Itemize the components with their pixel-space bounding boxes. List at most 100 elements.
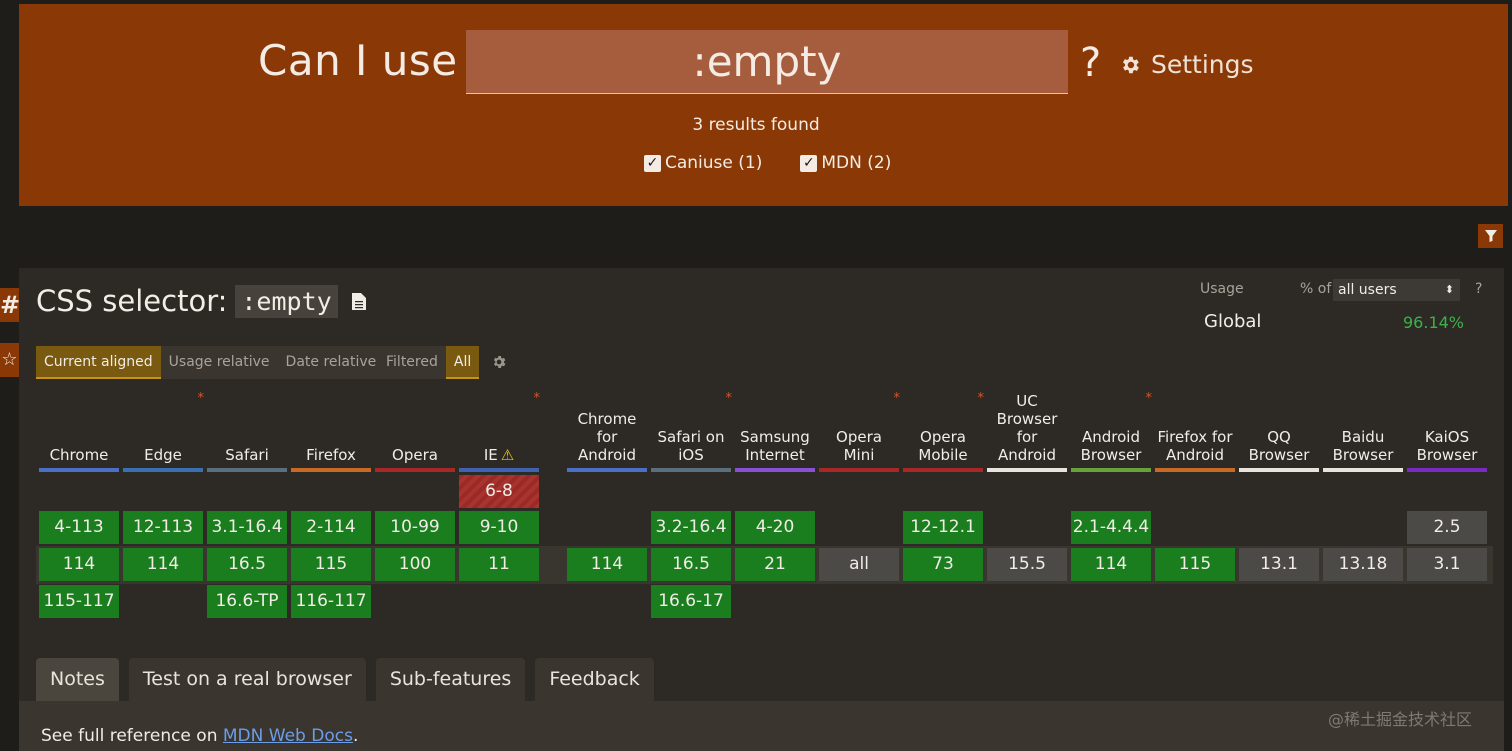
document-icon[interactable]	[351, 292, 366, 310]
search-input[interactable]: :empty	[466, 30, 1068, 94]
checkbox-checked-icon: ✓	[644, 154, 661, 172]
support-cell[interactable]: 4-113	[39, 511, 119, 544]
settings-button[interactable]: Settings	[1119, 50, 1254, 79]
support-cell[interactable]: 16.5	[651, 548, 731, 581]
feature-title: CSS selector: :empty	[36, 284, 366, 318]
support-cell[interactable]: 116-117	[291, 585, 371, 618]
support-cell[interactable]: 114	[1071, 548, 1151, 581]
browser-color-bar	[1407, 468, 1487, 472]
browser-header: KaiOS Browser	[1407, 392, 1487, 464]
support-cell[interactable]: 12-12.1	[903, 511, 983, 544]
feature-code: :empty	[235, 284, 338, 318]
support-cell[interactable]: 21	[735, 548, 815, 581]
support-cell[interactable]: 3.2-16.4	[651, 511, 731, 544]
usage-label: Usage	[1200, 281, 1244, 297]
support-cell[interactable]: 4-20	[735, 511, 815, 544]
support-cell[interactable]: 115-117	[39, 585, 119, 618]
tab-current-aligned[interactable]: Current aligned	[36, 346, 161, 379]
support-cell[interactable]: 10-99	[375, 511, 455, 544]
note-asterisk-icon: *	[197, 391, 205, 406]
filter-button[interactable]	[1478, 224, 1503, 248]
browser-color-bar	[39, 468, 119, 472]
support-cell[interactable]: 15.5	[987, 548, 1067, 581]
tab-date-relative[interactable]: Date relative	[278, 346, 385, 379]
browser-name: QQ Browser	[1248, 428, 1310, 464]
support-cell[interactable]: 73	[903, 548, 983, 581]
star-icon[interactable]: ☆	[0, 343, 19, 377]
browser-color-bar	[651, 468, 731, 472]
support-cell[interactable]: 12-113	[123, 511, 203, 544]
results-count: 3 results found	[692, 115, 820, 135]
note-asterisk-icon: *	[533, 391, 541, 406]
browser-header: Samsung Internet	[735, 392, 815, 464]
caniuse-filter-checkbox[interactable]: ✓ Caniuse (1)	[644, 153, 762, 173]
help-mark: ?	[1080, 40, 1102, 86]
tab-sub-features[interactable]: Sub-features	[375, 658, 526, 701]
support-cell[interactable]: 114	[567, 548, 647, 581]
support-cell[interactable]: 115	[1155, 548, 1235, 581]
browser-color-bar	[1239, 468, 1319, 472]
support-cell[interactable]: 11	[459, 548, 539, 581]
support-cell[interactable]: 114	[39, 548, 119, 581]
browser-name: Safari	[225, 446, 269, 464]
browser-header: Safari	[207, 392, 287, 464]
tab-usage-relative[interactable]: Usage relative	[161, 346, 278, 379]
support-cell[interactable]: 13.18	[1323, 548, 1403, 581]
support-cell[interactable]: 13.1	[1239, 548, 1319, 581]
browser-color-bar	[1155, 468, 1235, 472]
mdn-link[interactable]: MDN Web Docs	[223, 726, 353, 746]
support-cell[interactable]: 3.1-16.4	[207, 511, 287, 544]
support-cell[interactable]: 9-10	[459, 511, 539, 544]
funnel-icon	[1484, 230, 1497, 242]
browser-color-bar	[1323, 468, 1403, 472]
permalink-hash[interactable]: #	[0, 288, 20, 322]
settings-label: Settings	[1151, 50, 1254, 79]
support-cell[interactable]: all	[819, 548, 899, 581]
browser-header: Opera Mini *	[819, 391, 901, 464]
support-cell[interactable]: 2-114	[291, 511, 371, 544]
support-cell[interactable]: 6-8	[459, 475, 539, 508]
tab-filtered[interactable]: Filtered	[378, 346, 446, 379]
support-cell[interactable]: 2.5	[1407, 511, 1487, 544]
browser-header: Android Browser *	[1071, 391, 1152, 464]
browser-color-bar	[903, 468, 983, 472]
support-cell[interactable]: 2.1-4.4.4	[1071, 511, 1151, 544]
browser-color-bar	[207, 468, 287, 472]
support-cell[interactable]: 16.6-TP	[207, 585, 287, 618]
gear-icon	[1123, 56, 1139, 73]
support-cell[interactable]: 16.6-17	[651, 585, 731, 618]
note-asterisk-icon: *	[725, 391, 733, 406]
browser-header: Edge *	[123, 391, 205, 464]
browser-header: IE ⚠ *	[459, 391, 541, 464]
browser-name: Firefox	[306, 446, 356, 464]
mdn-filter-checkbox[interactable]: ✓ MDN (2)	[800, 153, 891, 173]
notes-text: See full reference on MDN Web Docs.	[41, 726, 359, 746]
support-cell[interactable]: 16.5	[207, 548, 287, 581]
browser-name: Chrome	[49, 446, 109, 464]
browser-color-bar	[1071, 468, 1151, 472]
browser-name: Chrome for Android	[577, 410, 637, 464]
tab-feedback[interactable]: Feedback	[535, 658, 654, 701]
source-filters: ✓ Caniuse (1) ✓ MDN (2)	[644, 153, 891, 173]
title-prefix: CSS selector:	[36, 284, 228, 318]
browser-header: Firefox for Android	[1155, 392, 1235, 464]
browser-name: Edge	[144, 446, 182, 464]
browser-header: Firefox	[291, 392, 371, 464]
browser-color-bar	[735, 468, 815, 472]
support-cell[interactable]: 100	[375, 548, 455, 581]
note-asterisk-icon: *	[893, 391, 901, 406]
tab-notes[interactable]: Notes	[36, 658, 119, 701]
gear-icon[interactable]	[491, 354, 507, 370]
usage-users-select[interactable]: all users ⬍	[1333, 279, 1460, 301]
browser-name: Opera Mini	[836, 428, 882, 464]
info-tabs: Notes Test on a real browser Sub-feature…	[36, 658, 654, 701]
support-cell[interactable]: 3.1	[1407, 548, 1487, 581]
browser-name: Samsung Internet	[740, 428, 810, 464]
support-cell[interactable]: 115	[291, 548, 371, 581]
usage-help[interactable]: ?	[1475, 281, 1482, 297]
tab-test-real-browser[interactable]: Test on a real browser	[128, 658, 366, 701]
global-usage-value: 96.14%	[1403, 313, 1465, 332]
support-cell[interactable]: 114	[123, 548, 203, 581]
warning-icon: ⚠	[500, 446, 515, 464]
tab-all[interactable]: All	[445, 346, 480, 379]
